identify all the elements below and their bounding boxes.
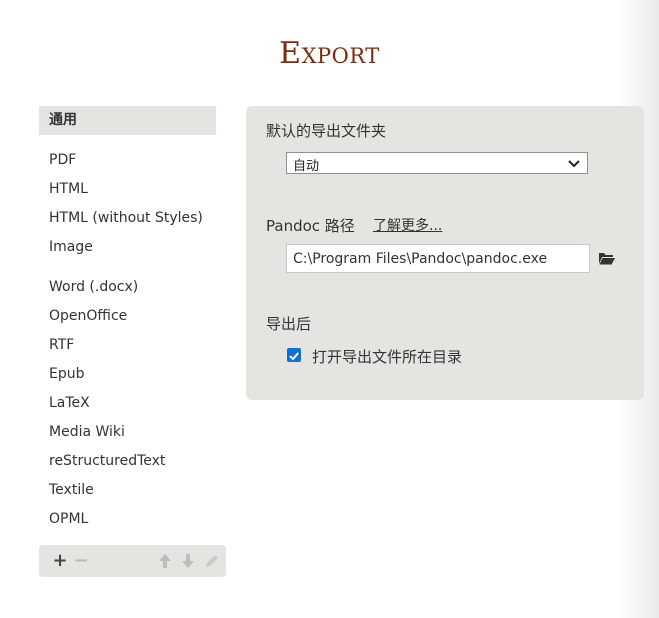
sidebar-item-rtf[interactable]: RTF [39, 331, 216, 360]
sidebar-item-latex[interactable]: LaTeX [39, 389, 216, 418]
learn-more-link[interactable]: 了解更多... [373, 215, 442, 235]
sidebar-item-openoffice[interactable]: OpenOffice [39, 302, 216, 331]
sidebar-item-html[interactable]: HTML [39, 175, 216, 204]
minus-icon[interactable]: − [71, 545, 91, 577]
open-folder-label[interactable]: 打开导出文件所在目录 [312, 346, 462, 367]
sidebar-item-word[interactable]: Word (.docx) [39, 273, 216, 302]
arrow-up-icon[interactable] [155, 545, 175, 577]
folder-open-icon[interactable] [599, 252, 615, 265]
pandoc-path-label: Pandoc 路径 [266, 217, 355, 235]
pandoc-path-input[interactable] [286, 244, 590, 273]
sidebar-item-media-wiki[interactable]: Media Wiki [39, 418, 216, 447]
sidebar-toolbar: + − [39, 545, 226, 577]
sidebar-item-opml[interactable]: OPML [39, 505, 216, 534]
sidebar-item-image[interactable]: Image [39, 233, 216, 262]
after-export-label: 导出后 [266, 315, 312, 333]
sidebar-item-html-without-styles[interactable]: HTML (without Styles) [39, 204, 216, 233]
settings-panel: 默认的导出文件夹 自动 Pandoc 路径 了解更多... 导出后 打开导出文件… [246, 106, 644, 400]
sidebar-item-textile[interactable]: Textile [39, 476, 216, 505]
page-title: Export [279, 36, 380, 71]
default-folder-label: 默认的导出文件夹 [266, 122, 387, 140]
plus-icon[interactable]: + [50, 545, 70, 577]
default-folder-value: 自动 [293, 159, 320, 174]
open-folder-checkbox[interactable] [287, 348, 301, 362]
arrow-down-icon[interactable] [178, 545, 198, 577]
checkmark-icon [289, 352, 299, 361]
pencil-icon[interactable] [202, 545, 222, 577]
sidebar-item-restructuredtext[interactable]: reStructuredText [39, 447, 216, 476]
sidebar-item-general[interactable]: 通用 [39, 106, 216, 135]
sidebar: 通用 PDF HTML HTML (without Styles) Image … [39, 106, 216, 534]
default-folder-select[interactable]: 自动 [286, 152, 588, 174]
sidebar-item-pdf[interactable]: PDF [39, 146, 216, 175]
sidebar-item-epub[interactable]: Epub [39, 360, 216, 389]
chevron-down-icon [568, 160, 580, 168]
